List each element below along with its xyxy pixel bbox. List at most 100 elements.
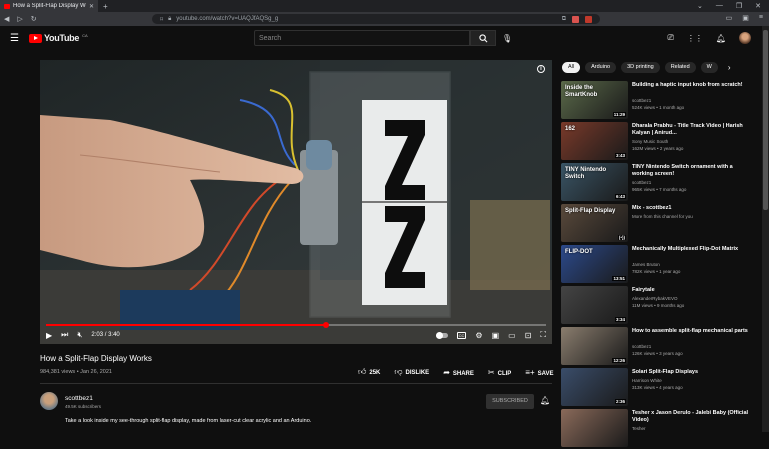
dislike-button[interactable]: 👎︎ DISLIKE [394, 367, 429, 377]
recommendation-channel[interactable]: Harrison White [632, 378, 662, 383]
recommendation-item[interactable]: 2:36 Solari Split-Flap Displays Harrison W… [561, 368, 756, 408]
volume-muted-icon[interactable]: 🔇︎ [77, 330, 82, 340]
recommendation-item[interactable]: Inside the SmartKnob 11:29 Building a hapt… [561, 81, 756, 121]
share-button[interactable]: ➦ SHARE [443, 368, 474, 377]
theater-mode-icon[interactable]: ▭ [508, 331, 516, 340]
recommendation-item[interactable]: FLIP-DOT 13:51 Mechanically Multiplexed Fl… [561, 245, 756, 285]
chip-related[interactable]: Related [664, 62, 696, 73]
microphone-icon[interactable]: 🎙︎ [502, 34, 512, 43]
hamburger-menu-icon[interactable]: ☰ [10, 33, 19, 44]
channel-name[interactable]: scottbez1 [65, 395, 93, 402]
close-window-icon[interactable]: ✕ [755, 2, 761, 10]
recommendation-title[interactable]: Tesher x Jason Derulo - Jalebi Baby (Off… [632, 410, 750, 424]
create-video-icon[interactable]: ⎚ [667, 33, 673, 43]
save-label: SAVE [537, 370, 554, 377]
save-button[interactable]: ≡+ SAVE [525, 368, 553, 377]
channel-notification-bell-icon[interactable]: 🔔︎ [540, 396, 550, 405]
back-icon[interactable]: ◀ [4, 15, 9, 23]
duration-badge: 3:34 [614, 317, 626, 322]
youtube-logo[interactable]: YouTube CA [29, 33, 88, 43]
duration-badge: 2:36 [614, 399, 626, 404]
recommendation-title[interactable]: Dharala Prabhu - Title Track Video | Har… [632, 123, 750, 137]
recommendation-thumbnail[interactable]: 2:36 [561, 368, 628, 406]
subscribe-button[interactable]: SUBSCRIBED [486, 394, 534, 409]
player-controls: ▶ ⏭ 🔇︎ 2:03 / 3:40 CC ⚙ ▣ ▭ ⊡ ⛶ [46, 328, 546, 342]
extension-rewards-icon[interactable] [585, 15, 592, 23]
video-player[interactable]: i ▶ ⏭ 🔇︎ 2:03 / 3:40 CC ⚙ ▣ ▭ ⊡ ⛶ [40, 60, 552, 344]
settings-gear-icon[interactable]: ⚙ [475, 331, 482, 340]
recommendation-channel[interactable]: scottbez1 [632, 180, 651, 185]
recommendation-thumbnail[interactable]: Inside the SmartKnob 11:29 [561, 81, 628, 119]
time-display: 2:03 / 3:40 [91, 332, 120, 338]
recommendation-thumbnail[interactable]: FLIP-DOT 13:51 [561, 245, 628, 283]
progress-bar[interactable] [46, 322, 546, 328]
recommendation-thumbnail[interactable]: TINY Nintendo Switch 6:43 [561, 163, 628, 201]
share-page-icon[interactable]: ⧉ [562, 16, 566, 23]
bookmark-icon[interactable]: ⌑ [160, 16, 163, 23]
menu-icon[interactable]: ≡ [759, 14, 763, 22]
recommendation-title[interactable]: How to assemble split-flap mechanical pa… [632, 328, 750, 335]
video-info-icon[interactable]: i [537, 65, 545, 73]
recommendation-channel[interactable]: Sony Music South [632, 139, 668, 144]
recommendation-title[interactable]: Mix - scottbez1 [632, 205, 750, 212]
chip-w[interactable]: W [700, 62, 718, 73]
recommendation-item[interactable]: 162 3:43 Dharala Prabhu - Title Track Vide… [561, 122, 756, 162]
recommendation-title[interactable]: TINY Nintendo Switch ornament with a wor… [632, 164, 750, 178]
recommendation-thumbnail[interactable]: 3:34 [561, 286, 628, 324]
notifications-bell-icon[interactable]: 🔔︎ [716, 34, 726, 43]
chip-3d-printing[interactable]: 3D printing [621, 62, 660, 73]
sidebar-icon[interactable]: ▭ [726, 14, 733, 22]
recommendation-channel[interactable]: Tesher [632, 426, 646, 431]
wallet-icon[interactable]: ▣ [742, 14, 749, 22]
recommendation-item[interactable]: 3:34 Fairytale AlexanderRybakVEVO 11M views… [561, 286, 756, 326]
recommendation-title[interactable]: Solari Split-Flap Displays [632, 369, 750, 376]
share-label: SHARE [452, 370, 474, 377]
recommendation-thumbnail[interactable] [561, 409, 628, 447]
recommendation-title[interactable]: Mechanically Multiplexed Flip-Dot Matrix [632, 246, 750, 253]
next-icon[interactable]: ⏭ [61, 330, 68, 340]
close-tab-icon[interactable]: ✕ [89, 3, 94, 10]
recommendation-channel[interactable]: More from this channel for you [632, 214, 693, 219]
scrollbar-thumb[interactable] [763, 30, 768, 210]
search-input[interactable]: Search [254, 30, 470, 46]
recommendation-title[interactable]: Building a haptic input knob from scratc… [632, 82, 750, 89]
account-avatar[interactable] [739, 32, 751, 44]
recommendation-channel[interactable]: AlexanderRybakVEVO [632, 296, 678, 301]
page-scrollbar[interactable] [762, 26, 769, 432]
chip-arduino[interactable]: Arduino [585, 62, 617, 73]
tab-search-icon[interactable]: ⌄ [697, 2, 703, 10]
recommendation-meta: 126K views • 3 years ago [632, 351, 683, 356]
maximize-icon[interactable]: ❐ [736, 2, 742, 10]
forward-icon[interactable]: ▷ [17, 15, 22, 23]
search-button[interactable] [470, 30, 496, 46]
extension-brave-icon[interactable] [572, 15, 579, 23]
recommendation-channel[interactable]: scottbez1 [632, 344, 651, 349]
reload-icon[interactable]: ↻ [31, 15, 37, 23]
cast-icon[interactable]: ⊡ [525, 331, 532, 340]
recommendation-channel[interactable]: scottbez1 [632, 98, 651, 103]
clip-button[interactable]: ✂ CLIP [488, 368, 511, 377]
chip-all[interactable]: All [562, 62, 581, 73]
like-button[interactable]: 👍︎ 25K [358, 367, 380, 377]
recommendation-thumbnail[interactable]: 12:26 [561, 327, 628, 365]
minimize-icon[interactable]: — [716, 2, 723, 10]
recommendation-item[interactable]: Split-Flap Display (•)) Mix - scottbez1 Mor… [561, 204, 756, 244]
recommendation-thumbnail[interactable]: Split-Flap Display (•)) [561, 204, 628, 242]
new-tab-icon[interactable]: + [98, 2, 113, 11]
fullscreen-icon[interactable]: ⛶ [540, 330, 546, 340]
autoplay-toggle[interactable] [435, 331, 448, 339]
recommendation-title[interactable]: Fairytale [632, 287, 750, 294]
browser-tab[interactable]: How a Split-Flap Display Works ✕ [0, 0, 98, 12]
chips-next-chevron-icon[interactable]: › [728, 63, 731, 72]
apps-grid-icon[interactable]: ⋮⋮ [687, 34, 703, 43]
play-icon[interactable]: ▶ [46, 331, 52, 340]
miniplayer-icon[interactable]: ▣ [492, 331, 500, 340]
recommendation-item[interactable]: 12:26 How to assemble split-flap mechanic… [561, 327, 756, 367]
recommendation-item[interactable]: TINY Nintendo Switch 6:43 TINY Nintendo Sw… [561, 163, 756, 203]
subtitles-icon[interactable]: CC [456, 331, 467, 339]
address-bar[interactable]: ⌑ 🔒︎ youtube.com/watch?v=UAQJfAQSg_g ⧉ [152, 14, 600, 24]
recommendation-item[interactable]: Tesher x Jason Derulo - Jalebi Baby (Off… [561, 409, 756, 449]
recommendation-thumbnail[interactable]: 162 3:43 [561, 122, 628, 160]
recommendation-channel[interactable]: James Bruton [632, 262, 660, 267]
channel-avatar[interactable] [40, 392, 58, 410]
